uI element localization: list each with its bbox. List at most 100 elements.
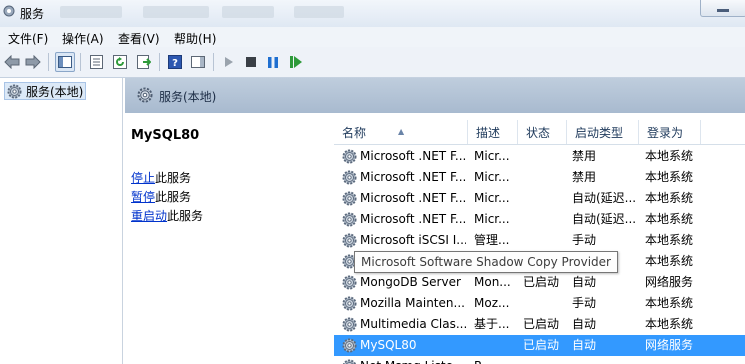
pause-service-link[interactable]: 暂停 bbox=[131, 190, 155, 204]
restart-icon bbox=[289, 56, 302, 68]
service-name-cell: Microsoft .NET F... bbox=[360, 170, 466, 184]
refresh-button[interactable] bbox=[111, 53, 129, 71]
status-cell bbox=[523, 356, 567, 364]
column-header-description[interactable]: 描述 bbox=[468, 120, 518, 144]
help-button[interactable]: ? bbox=[166, 53, 184, 71]
restart-service-button[interactable] bbox=[287, 53, 305, 71]
status-cell bbox=[523, 293, 567, 314]
stop-service-button[interactable] bbox=[242, 53, 260, 71]
logon-cell: 网络服务 bbox=[645, 338, 694, 352]
tree-item-services-local[interactable]: 服务(本地) bbox=[4, 82, 87, 100]
logon-cell: 网络服务 bbox=[645, 275, 694, 289]
service-name-cell: Net.Msmq Liste... bbox=[360, 356, 466, 364]
minimize-button[interactable] bbox=[700, 0, 745, 17]
column-header-label: 名称 bbox=[342, 126, 367, 140]
startup-type-cell: 自动 bbox=[572, 317, 597, 331]
show-action-pane-button[interactable] bbox=[189, 53, 207, 71]
menu-help[interactable]: 帮助(H) bbox=[174, 30, 216, 47]
status-cell: 已启动 bbox=[523, 317, 560, 331]
logon-cell: 本地系统 bbox=[645, 212, 694, 226]
action-suffix: 此服务 bbox=[155, 171, 192, 185]
start-service-button[interactable] bbox=[220, 53, 238, 71]
description-cell: Micr... bbox=[474, 212, 510, 226]
column-header-label: 启动类型 bbox=[575, 126, 624, 140]
stop-icon bbox=[246, 57, 256, 67]
forward-button[interactable] bbox=[24, 53, 42, 71]
startup-type-cell: 自动 bbox=[572, 338, 597, 352]
startup-type-cell: 自动(延迟... bbox=[572, 212, 637, 226]
service-name-cell: MongoDB Server bbox=[360, 275, 461, 289]
pause-service-button[interactable] bbox=[264, 53, 282, 71]
action-pause: 暂停此服务 bbox=[131, 188, 191, 205]
column-header-status[interactable]: 状态 bbox=[518, 120, 567, 144]
menu-bar: 文件(F) 操作(A) 查看(V) 帮助(H) bbox=[0, 27, 745, 47]
table-row[interactable]: MongoDB Server Mon... 已启动 自动 网络服务 bbox=[334, 272, 745, 293]
toolbar-separator bbox=[159, 53, 160, 71]
logon-cell: 本地系统 bbox=[645, 317, 694, 331]
action-pane-icon bbox=[191, 56, 205, 68]
table-row[interactable]: Net.Msmq Liste... R... bbox=[334, 356, 745, 364]
export-list-icon bbox=[137, 55, 151, 69]
blurred-taskbar-item bbox=[60, 6, 122, 18]
table-row[interactable]: Microsoft .NET F... Micr... 禁用 本地系统 bbox=[334, 167, 745, 188]
description-cell: Micr... bbox=[474, 191, 510, 205]
services-list: 名称 ▲ 描述 状态 启动类型 登录为 Microsoft .NET F... M… bbox=[334, 120, 745, 364]
table-row[interactable]: Microsoft iSCSI I... 管理... 手动 本地系统 bbox=[334, 230, 745, 251]
table-row[interactable]: Multimedia Clas... 基于... 已启动 自动 本地系统 bbox=[334, 314, 745, 335]
pane-header: 服务(本地) bbox=[125, 78, 745, 113]
description-cell bbox=[474, 335, 518, 356]
services-app-icon bbox=[3, 5, 15, 17]
startup-type-cell: 手动 bbox=[572, 233, 597, 247]
menu-file[interactable]: 文件(F) bbox=[8, 30, 48, 47]
startup-type-cell: 禁用 bbox=[572, 149, 597, 163]
logon-cell: 本地系统 bbox=[645, 149, 694, 163]
pane-header-title: 服务(本地) bbox=[159, 90, 217, 104]
list-header: 名称 ▲ 描述 状态 启动类型 登录为 bbox=[334, 120, 745, 145]
table-row[interactable]: Mozilla Mainten... Moz... 手动 本地系统 bbox=[334, 293, 745, 314]
console-tree: 服务(本地) bbox=[0, 78, 123, 364]
selected-service-name: MySQL80 bbox=[131, 128, 200, 143]
description-cell: Micr... bbox=[474, 149, 510, 163]
play-icon bbox=[225, 57, 233, 67]
service-name-cell: MySQL80 bbox=[360, 338, 417, 352]
table-row-selected[interactable]: MySQL80 已启动 自动 网络服务 bbox=[334, 335, 745, 356]
svg-text:?: ? bbox=[172, 58, 178, 69]
table-row[interactable]: Microsoft .NET F... Micr... 自动(延迟... 本地系统 bbox=[334, 188, 745, 209]
gear-icon bbox=[342, 149, 357, 164]
action-restart: 重启动此服务 bbox=[131, 207, 203, 224]
name-tooltip: Microsoft Software Shadow Copy Provider bbox=[354, 251, 618, 273]
gear-icon bbox=[342, 296, 357, 311]
table-row[interactable]: Microsoft .NET F... Micr... 禁用 本地系统 bbox=[334, 146, 745, 167]
column-header-logon-as[interactable]: 登录为 bbox=[639, 120, 701, 144]
gear-icon bbox=[7, 83, 22, 99]
gear-icon bbox=[342, 359, 357, 364]
toolbar-separator bbox=[48, 53, 49, 71]
action-suffix: 此服务 bbox=[167, 209, 204, 223]
status-cell bbox=[523, 167, 567, 188]
logon-cell: 本地系统 bbox=[645, 233, 694, 247]
back-button[interactable] bbox=[3, 53, 21, 71]
logon-cell: 本地系统 bbox=[645, 170, 694, 184]
menu-action[interactable]: 操作(A) bbox=[62, 30, 104, 47]
table-row[interactable]: Microsoft .NET F... Micr... 自动(延迟... 本地系统 bbox=[334, 209, 745, 230]
column-header-name[interactable]: 名称 ▲ bbox=[334, 120, 468, 144]
properties-button[interactable] bbox=[87, 53, 105, 71]
minimize-icon bbox=[717, 9, 729, 12]
restart-service-link[interactable]: 重启动 bbox=[131, 209, 167, 223]
help-icon: ? bbox=[168, 55, 182, 69]
column-header-label: 登录为 bbox=[647, 126, 684, 140]
column-header-label: 状态 bbox=[526, 126, 551, 140]
service-name-cell: Microsoft .NET F... bbox=[360, 191, 466, 205]
service-name-cell: Microsoft .NET F... bbox=[360, 212, 466, 226]
show-hide-console-tree-button[interactable] bbox=[55, 52, 75, 72]
gear-icon bbox=[342, 275, 357, 290]
startup-type-cell: 自动 bbox=[572, 275, 597, 289]
pause-icon bbox=[268, 56, 278, 68]
service-name-cell: Microsoft .NET F... bbox=[360, 149, 466, 163]
column-header-startup-type[interactable]: 启动类型 bbox=[567, 120, 639, 144]
gear-icon bbox=[342, 233, 357, 248]
refresh-icon bbox=[113, 55, 127, 69]
menu-view[interactable]: 查看(V) bbox=[118, 30, 160, 47]
stop-service-link[interactable]: 停止 bbox=[131, 171, 155, 185]
export-list-button[interactable] bbox=[135, 53, 153, 71]
